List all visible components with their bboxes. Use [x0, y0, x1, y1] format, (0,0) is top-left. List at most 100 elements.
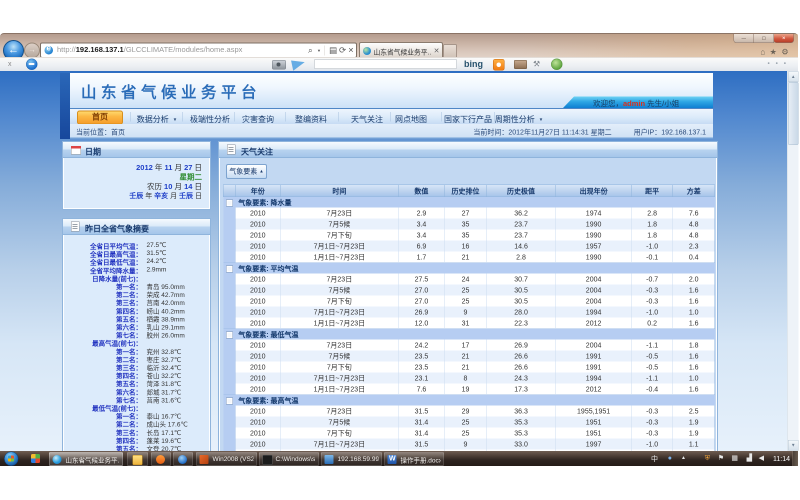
taskbar-orange-app-button[interactable]	[151, 452, 171, 466]
browser-action-icons: ⌂★⚙	[760, 47, 793, 57]
table-row[interactable]: 20107月1日~7月23日23.1824.31994-1.11.0	[223, 373, 715, 384]
bing-logo[interactable]: bing	[464, 59, 483, 70]
group-collapse-icon[interactable]	[226, 331, 233, 338]
table-row[interactable]: 20107月5候31.42535.31951-0.31.9	[223, 417, 715, 428]
table-row[interactable]: 20107月5候23.52126.61991-0.51.6	[223, 351, 715, 362]
globe-icon[interactable]	[551, 59, 563, 71]
taskbar-blue-app-button[interactable]	[173, 452, 193, 466]
menu-separator	[182, 112, 183, 122]
taskbar-task-button[interactable]: C:\Windows\s...	[259, 452, 319, 466]
taskbar-task-button[interactable]: 192.168.59.99...	[321, 452, 382, 466]
menu-item-7[interactable]: 国家下行产品	[444, 113, 492, 125]
menu-item-3[interactable]: 灾害查询	[242, 113, 274, 125]
tray-flag-icon[interactable]: ⚑	[718, 454, 724, 463]
tray-hidden-icons-arrow[interactable]: ▲	[681, 455, 686, 461]
group-header-row[interactable]: 气象要素: 降水量	[223, 197, 715, 208]
column-header[interactable]: 距平	[632, 185, 673, 197]
tray-volume-icon[interactable]: ◀	[759, 454, 764, 463]
table-row[interactable]: 20107月5候27.02530.52004-0.31.6	[223, 285, 715, 296]
group-header-row[interactable]: 气象要素: 最高气温	[223, 395, 715, 406]
scroll-down-icon[interactable]: ▼	[788, 440, 799, 451]
favorites-star-icon[interactable]: ★	[770, 48, 782, 57]
refresh-icon[interactable]: ⟳	[339, 46, 346, 56]
table-row[interactable]: 20107月1日~7月23日6.91614.61957-1.02.3	[223, 241, 715, 252]
column-header[interactable]: 数值	[398, 185, 444, 197]
menu-item-8[interactable]: 周期性分析▼	[495, 113, 543, 125]
menu-item-2[interactable]: 极端性分析	[190, 113, 230, 125]
group-collapse-icon[interactable]	[226, 199, 233, 206]
page-scrollbar[interactable]: ▲ ▼	[787, 71, 799, 451]
element-filter-button[interactable]: 气象要素 ▲	[226, 164, 267, 179]
summary-value: 莒南 31.6℃	[147, 395, 182, 405]
table-row[interactable]: 20101月1日~7月23日12.03122.320120.21.6	[223, 318, 715, 329]
messenger-icon[interactable]	[493, 59, 505, 71]
tools-icon[interactable]: ⚒	[533, 59, 540, 69]
group-collapse-icon[interactable]	[226, 397, 233, 404]
table-row[interactable]: 20107月23日24.21726.92004-1.11.8	[223, 340, 715, 351]
send-plane-icon[interactable]	[291, 58, 306, 71]
table-row[interactable]: 20101月1日~7月23日1.7212.81990-0.10.4	[223, 252, 715, 263]
table-row[interactable]: 20107月1日~7月23日31.5933.01997-1.01.1	[223, 439, 715, 450]
tray-blue-icon[interactable]: ●	[668, 454, 672, 462]
scroll-up-icon[interactable]: ▲	[788, 72, 799, 83]
taskbar-task-button[interactable]: 操作手册.docx ...	[384, 452, 444, 466]
table-row[interactable]: 20107月下旬3.43523.719901.84.8	[223, 230, 715, 241]
group-collapse-icon[interactable]	[226, 265, 233, 272]
table-row[interactable]: 20107月下旬23.52126.61991-0.51.6	[223, 362, 715, 373]
column-header[interactable]: 年份	[235, 185, 280, 197]
stop-icon[interactable]: ✕	[348, 46, 354, 55]
search-icon[interactable]: ⌕	[308, 46, 313, 56]
taskbar-ie-button[interactable]: 山东省气候业务平...	[49, 452, 123, 466]
table-row[interactable]: 20107月下旬27.02530.52004-0.31.6	[223, 296, 715, 307]
tray-display-icon[interactable]: ▦	[731, 454, 738, 463]
group-header-row[interactable]: 气象要素: 最低气温	[223, 329, 715, 340]
column-header[interactable]: 历史排位	[444, 185, 486, 197]
column-header[interactable]: 方差	[673, 185, 715, 197]
table-row[interactable]: 20101月1日~7月23日7.61917.32012-0.41.6	[223, 384, 715, 395]
camera-icon[interactable]	[272, 60, 286, 70]
toolbar-overflow-dots[interactable]: • • •	[768, 60, 788, 68]
tray-security-icon[interactable]: ⛨	[705, 454, 710, 463]
tray-network-icon[interactable]: ▟	[747, 454, 752, 463]
compatibility-icon[interactable]: ▤	[329, 46, 337, 56]
column-header[interactable]: 时间	[280, 185, 398, 197]
column-header[interactable]: 历史极值	[486, 185, 555, 197]
menu-item-home[interactable]: 首页	[77, 111, 123, 125]
taskbar-task-button[interactable]: Win2008 (VS2...	[196, 452, 257, 466]
tab-close-icon[interactable]: ✕	[434, 47, 440, 56]
show-desktop-button[interactable]	[793, 451, 799, 466]
status-info: 当前时间：2012年11月27日 11:14:31 星期二用户IP：192.16…	[473, 127, 706, 137]
tools-gear-icon[interactable]: ⚙	[781, 48, 793, 57]
close-button[interactable]: ✕	[774, 34, 795, 43]
table-row[interactable]: 20107月5候3.43523.719901.84.8	[223, 219, 715, 230]
home-icon[interactable]: ⌂	[760, 48, 769, 57]
menu-item-4[interactable]: 整编资料	[295, 113, 327, 125]
toolbar-close-icon[interactable]: x	[8, 60, 12, 68]
table-cell: 7月5候	[280, 351, 398, 362]
table-row[interactable]: 20107月23日27.52430.72004-0.72.0	[223, 274, 715, 285]
taskbar-explorer-button[interactable]	[127, 452, 148, 466]
maximize-button[interactable]: ▢	[754, 34, 775, 43]
group-header-row[interactable]: 气象要素: 平均气温	[223, 263, 715, 274]
address-bar[interactable]: http://192.168.137.1/GLCCLIMATE/modules/…	[40, 43, 357, 59]
search-caret-icon[interactable]: ▼	[317, 49, 321, 54]
menu-item-5[interactable]: 天气关注	[351, 113, 383, 125]
table-row[interactable]: 20107月1日~7月23日26.9928.01994-1.01.0	[223, 307, 715, 318]
pinwheel-app-icon[interactable]	[31, 454, 40, 463]
menu-item-6[interactable]: 网点地图	[395, 113, 427, 125]
table-row[interactable]: 20107月下旬31.42535.31951-0.31.9	[223, 428, 715, 439]
column-header[interactable]: 出现年份	[556, 185, 632, 197]
minimize-button[interactable]: —	[734, 34, 755, 43]
scrollbar-thumb[interactable]	[788, 82, 799, 145]
start-button[interactable]	[4, 452, 19, 467]
toolbar-app-icon[interactable]	[26, 59, 38, 71]
row-gutter-cell	[223, 373, 235, 384]
table-row[interactable]: 20107月23日2.92736.219742.87.6	[223, 208, 715, 219]
table-row[interactable]: 20107月23日31.52936.31955,1951-0.32.5	[223, 406, 715, 417]
snapshot-icon[interactable]	[514, 60, 527, 69]
menu-item-1[interactable]: 数据分析▼	[137, 113, 177, 125]
toolbar-search-input[interactable]	[314, 59, 457, 69]
table-cell: -0.3	[632, 417, 673, 428]
ime-indicator[interactable]: 中	[651, 454, 658, 464]
url-text[interactable]: http://192.168.137.1/GLCCLIMATE/modules/…	[57, 46, 242, 55]
